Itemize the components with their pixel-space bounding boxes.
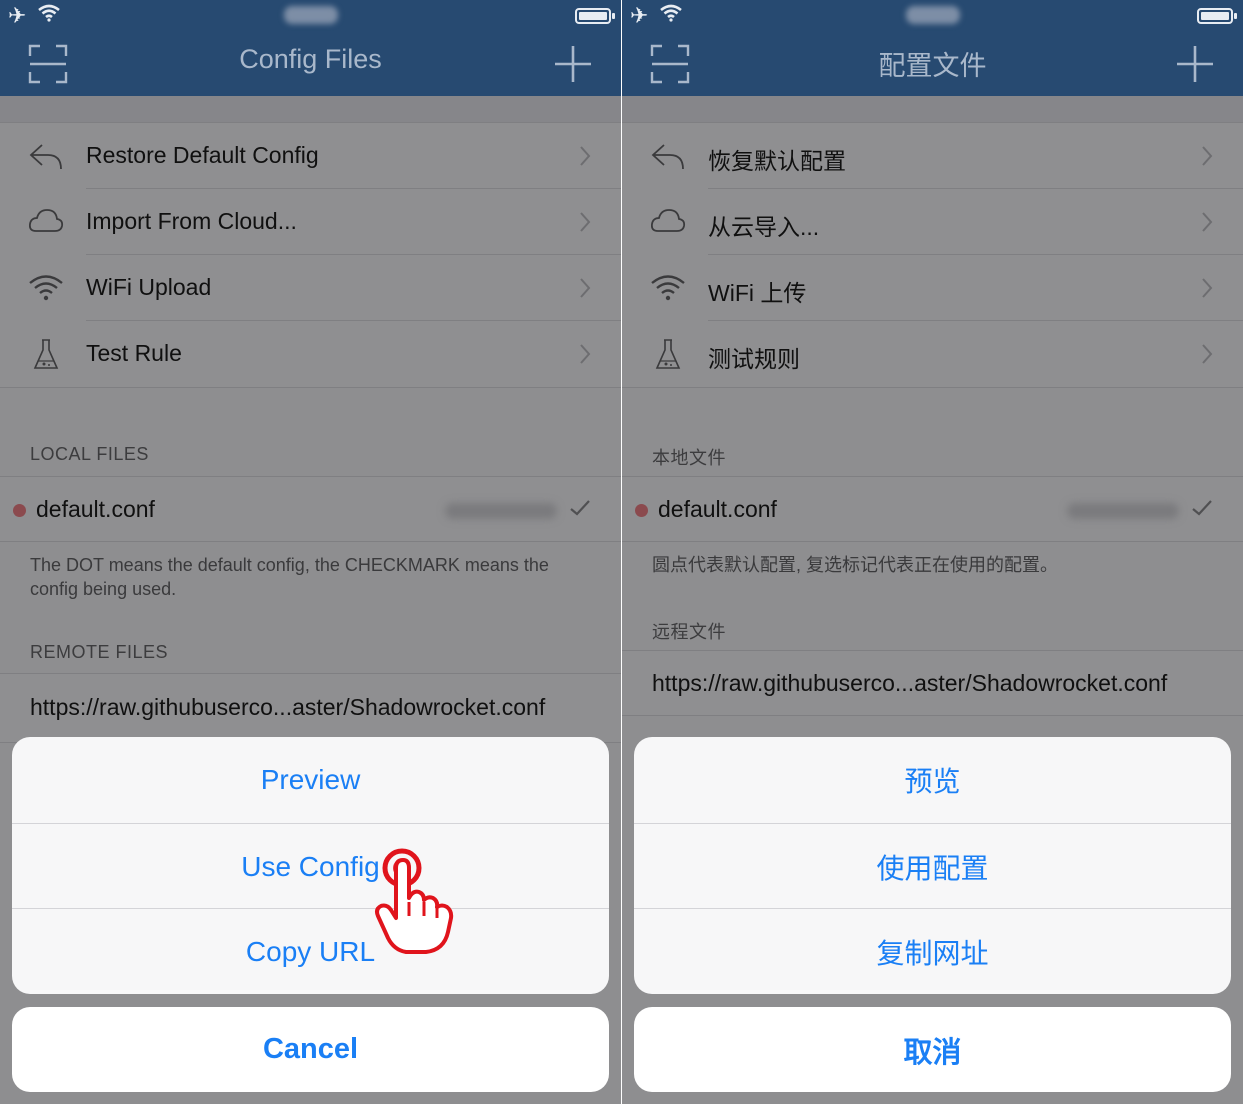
add-icon[interactable] <box>1175 44 1215 84</box>
menu-label: 测试规则 <box>708 346 800 372</box>
navigation-bar: ✈ Config Files <box>0 0 621 96</box>
airplane-icon: ✈ <box>630 3 649 28</box>
legend-note: The DOT means the default config, the CH… <box>30 555 549 599</box>
status-bar: ✈ <box>0 0 621 32</box>
cloud-icon <box>650 209 686 232</box>
import-from-cloud-row[interactable]: Import From Cloud... <box>0 189 621 255</box>
cloud-icon <box>28 209 64 232</box>
battery-icon <box>1197 8 1233 24</box>
navigation-bar: ✈ 配置文件 <box>622 0 1243 96</box>
flask-icon <box>33 339 59 369</box>
local-file-row[interactable]: default.conf <box>0 476 621 542</box>
add-icon[interactable] <box>553 44 593 84</box>
page-title: 配置文件 <box>878 51 987 81</box>
wifi-upload-row[interactable]: WiFi Upload <box>0 255 621 321</box>
chevron-right-icon <box>580 212 591 232</box>
legend-note: 圆点代表默认配置, 复选标记代表正在使用的配置。 <box>652 555 1058 575</box>
tab-bar-behind <box>622 1094 1243 1104</box>
menu-label: 从云导入... <box>708 214 820 240</box>
restore-default-config-row[interactable]: 恢复默认配置 <box>622 123 1243 189</box>
status-time-blurred <box>283 6 338 24</box>
chevron-right-icon <box>1202 212 1213 232</box>
file-name: default.conf <box>36 496 155 522</box>
battery-tip <box>1234 13 1237 19</box>
airplane-icon: ✈ <box>8 3 27 28</box>
chevron-right-icon <box>1202 146 1213 166</box>
actions-list: 恢复默认配置 从云导入... WiFi 上传 测试规则 <box>622 122 1243 388</box>
test-rule-row[interactable]: Test Rule <box>0 321 621 387</box>
default-config-dot <box>13 504 26 517</box>
copy-url-button[interactable]: 复制网址 <box>634 908 1231 994</box>
section-spacer <box>622 96 1243 122</box>
battery-icon <box>575 8 611 24</box>
file-detail-blurred <box>445 503 557 519</box>
preview-button[interactable]: 预览 <box>634 737 1231 823</box>
phone-screen-english: ✈ Config Files Restore Default Config Im… <box>0 0 621 1104</box>
reply-arrow-icon <box>29 144 62 170</box>
chevron-right-icon <box>580 146 591 166</box>
chevron-right-icon <box>580 278 591 298</box>
action-sheet: Preview Use Config Copy URL <box>12 737 609 994</box>
cancel-button[interactable]: 取消 <box>634 1007 1231 1092</box>
status-bar: ✈ <box>622 0 1243 32</box>
menu-label: Restore Default Config <box>86 142 319 168</box>
wifi-signal-icon <box>38 4 60 22</box>
reply-arrow-icon <box>651 144 684 170</box>
remote-file-url: https://raw.githubuserco...aster/Shadowr… <box>30 694 546 720</box>
remote-files-header: REMOTE FILES <box>30 642 169 662</box>
remote-files-header: 远程文件 <box>652 622 726 642</box>
local-files-header: 本地文件 <box>652 448 726 468</box>
section-spacer <box>0 96 621 122</box>
remote-file-row[interactable]: https://raw.githubuserco...aster/Shadowr… <box>0 673 621 743</box>
phone-screen-chinese: ✈ 配置文件 恢复默认配置 从云导入... WiFi 上传 测试规则 本地文件 … <box>622 0 1243 1104</box>
menu-label: Import From Cloud... <box>86 208 297 234</box>
file-detail-blurred <box>1067 503 1179 519</box>
tap-pointer-hand-icon <box>375 848 454 954</box>
actions-list: Restore Default Config Import From Cloud… <box>0 122 621 388</box>
preview-button[interactable]: Preview <box>12 737 609 823</box>
local-file-row[interactable]: default.conf <box>622 476 1243 542</box>
local-files-header: LOCAL FILES <box>30 444 149 464</box>
menu-label: Test Rule <box>86 340 182 366</box>
checkmark-icon <box>1192 500 1212 516</box>
checkmark-icon <box>570 500 590 516</box>
chevron-right-icon <box>580 344 591 364</box>
flask-icon <box>655 339 681 369</box>
use-config-button[interactable]: 使用配置 <box>634 823 1231 909</box>
restore-default-config-row[interactable]: Restore Default Config <box>0 123 621 189</box>
test-rule-row[interactable]: 测试规则 <box>622 321 1243 387</box>
battery-tip <box>612 13 615 19</box>
menu-label: 恢复默认配置 <box>708 148 846 174</box>
chevron-right-icon <box>1202 278 1213 298</box>
action-sheet: 预览 使用配置 复制网址 <box>634 737 1231 994</box>
remote-file-url: https://raw.githubuserco...aster/Shadowr… <box>652 670 1168 696</box>
file-name: default.conf <box>658 496 777 522</box>
wifi-icon <box>29 275 63 301</box>
chevron-right-icon <box>1202 344 1213 364</box>
page-title: Config Files <box>239 44 382 74</box>
default-config-dot <box>635 504 648 517</box>
cancel-button[interactable]: Cancel <box>12 1007 609 1092</box>
menu-label: WiFi 上传 <box>708 280 807 306</box>
use-config-button[interactable]: Use Config <box>12 823 609 909</box>
import-from-cloud-row[interactable]: 从云导入... <box>622 189 1243 255</box>
menu-label: WiFi Upload <box>86 274 212 300</box>
wifi-upload-row[interactable]: WiFi 上传 <box>622 255 1243 321</box>
copy-url-button[interactable]: Copy URL <box>12 908 609 994</box>
tab-bar-behind <box>0 1094 621 1104</box>
status-time-blurred <box>905 6 960 24</box>
wifi-signal-icon <box>660 4 682 22</box>
remote-file-row[interactable]: https://raw.githubuserco...aster/Shadowr… <box>622 650 1243 716</box>
wifi-icon <box>651 275 685 301</box>
